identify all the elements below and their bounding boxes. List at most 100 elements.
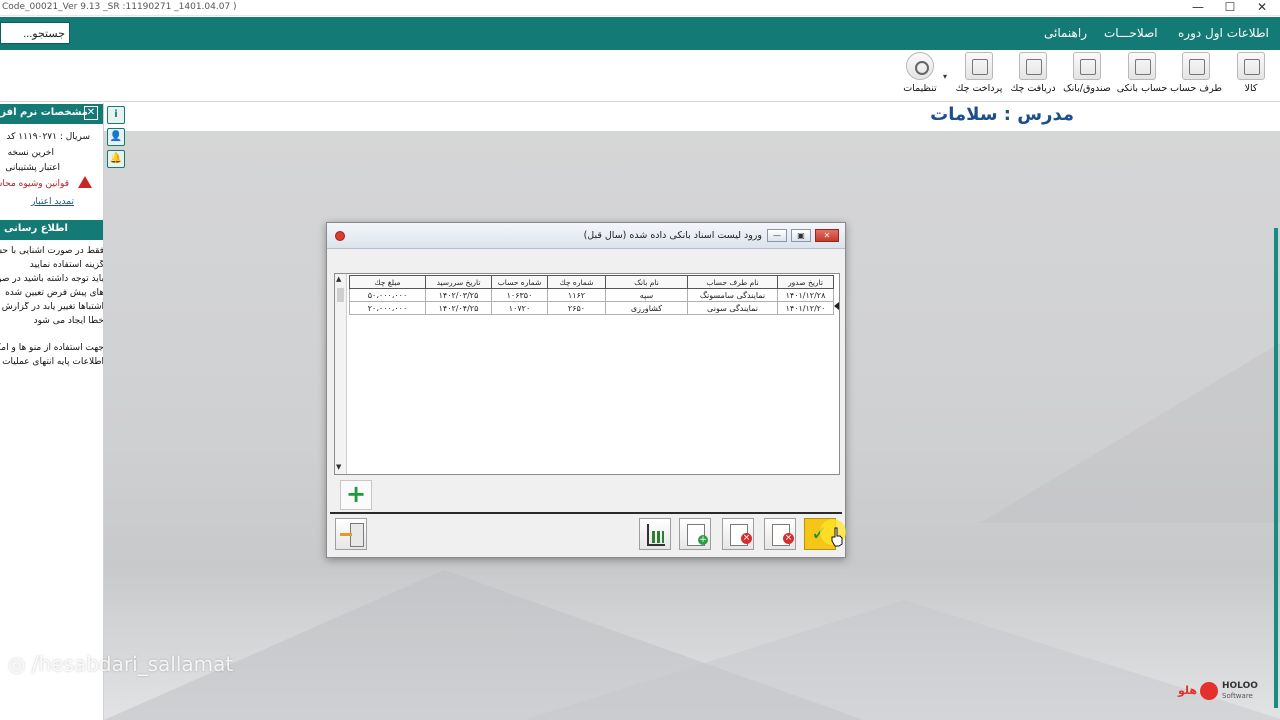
menu-initial-period[interactable]: اطلاعات اول دوره: [1178, 26, 1269, 40]
software-info-panel: مشخصات نرم افزار ✕ سریال : ۱۱۱۹۰۲۷۱ کد آ…: [0, 103, 104, 720]
menu-help[interactable]: راهنمائی: [1044, 26, 1087, 40]
user-icon[interactable]: 👤: [107, 128, 125, 146]
maximize-button[interactable]: ☐: [1214, 0, 1246, 16]
add-row-button[interactable]: +: [340, 480, 372, 510]
info-line: های پیش فرض تعیین شده: [5, 288, 104, 298]
hand-cursor-icon: [831, 527, 843, 547]
calculation-rules-link[interactable]: قوانین وشیوه محاسبه: [0, 179, 103, 189]
person-icon: [1182, 52, 1210, 80]
mountain-shape: [524, 600, 1280, 720]
toolbar-item-label: پرداخت چك: [955, 83, 1003, 94]
column-header[interactable]: تاریخ سررسید: [425, 275, 492, 289]
table-cell[interactable]: ۲۰،۰۰۰،۰۰۰: [349, 301, 426, 315]
holoo-logo: هلو HOLOO Software: [1178, 680, 1258, 702]
dialog-close-button[interactable]: ✕: [815, 229, 839, 242]
table-cell[interactable]: ۱۴۰۲/۰۳/۲۵: [425, 288, 492, 302]
table-cell[interactable]: کشاورزی: [605, 301, 688, 315]
toolbar: کالا طرف حساب حساب بانکی صندوق/بانک دریا…: [0, 50, 1280, 102]
table-cell[interactable]: ۵۰،۰۰۰،۰۰۰: [349, 288, 426, 302]
toolbar-item-goods[interactable]: کالا: [1222, 52, 1280, 100]
table-cell[interactable]: ۱۴۰۲/۰۴/۲۵: [425, 301, 492, 315]
column-header[interactable]: شماره چك: [547, 275, 606, 289]
page-title: مدرس : سلامات: [930, 104, 1074, 125]
check-pay-icon: [965, 52, 993, 80]
toolbar-item-pay-check[interactable]: پرداخت چك: [950, 52, 1008, 100]
column-header[interactable]: تاریخ صدور: [777, 275, 834, 289]
bank-icon: [1128, 52, 1156, 80]
app-icon: [335, 231, 345, 241]
serial-line: سریال : ۱۱۱۹۰۲۷۱ کد: [6, 132, 90, 142]
cash-box-icon: [1073, 52, 1101, 80]
brand-dot-icon: [1200, 682, 1218, 700]
table-row[interactable]: ۱۴۰۱/۱۲/۲۸ نمایندگی سامسونگ سپه ۱۱۶۲ ۱۰۶…: [349, 288, 834, 302]
toolbar-item-receive-check[interactable]: دریافت چك: [1004, 52, 1062, 100]
exit-button[interactable]: [335, 518, 367, 550]
scrollbar[interactable]: [1274, 228, 1278, 708]
support-credit-line: اعتبار پشتیبانی: [5, 163, 60, 173]
dialog-minimize-button[interactable]: —: [767, 229, 787, 242]
toolbar-item-label: طرف حساب: [1170, 83, 1222, 94]
info-line: فقط در صورت آشنایی با حسابداری: [0, 246, 104, 256]
toolbar-item-party[interactable]: طرف حساب: [1167, 52, 1225, 100]
window-title-bar: Code_00021_Ver 9.13 _SR :11190271 _1401.…: [0, 0, 1280, 16]
toolbar-item-label: صندوق/بانک: [1063, 83, 1111, 94]
table-cell[interactable]: ۱۴۰۱/۱۲/۲۸: [777, 288, 834, 302]
row-pointer-icon: [834, 302, 839, 310]
scrollbar[interactable]: ▲ ▼: [335, 274, 347, 474]
brand-persian: هلو: [1178, 684, 1198, 697]
check-receive-icon: [1019, 52, 1047, 80]
table-cell[interactable]: سپه: [605, 288, 688, 302]
minimize-button[interactable]: —: [1182, 0, 1214, 16]
toolbar-item-label: دریافت چك: [1010, 83, 1056, 94]
toolbar-item-settings[interactable]: تنظیمات: [891, 52, 949, 100]
table-cell[interactable]: ۱۰۷۲۰: [491, 301, 548, 315]
close-window-button[interactable]: ✕: [1246, 0, 1278, 16]
watermark-text: /hesabdari_sallamat: [31, 652, 234, 676]
delete-all-button[interactable]: [722, 518, 754, 550]
gear-icon: [906, 52, 934, 80]
table-cell[interactable]: نمایندگی سامسونگ: [687, 288, 778, 302]
documents-grid[interactable]: ▲ ▼ تاریخ صدور نام طرف حساب نام بانک شما…: [334, 273, 840, 475]
renew-credit-link[interactable]: تمدید اعتبار: [0, 197, 103, 207]
toolbar-item-bank-account[interactable]: حساب بانکی: [1113, 52, 1171, 100]
table-cell[interactable]: ۱۴۰۱/۱۲/۲۰: [777, 301, 834, 315]
toolbar-item-label: تنظیمات: [903, 83, 937, 94]
scrollbar-thumb[interactable]: [337, 288, 344, 302]
brand-sub: Software: [1222, 692, 1253, 700]
table-cell[interactable]: ۱۰۶۳۵۰: [491, 288, 548, 302]
latest-version-line: آخرین نسخه: [7, 148, 54, 158]
info-title: اطلاع رسانی: [0, 220, 103, 240]
info-icon[interactable]: i: [107, 106, 125, 124]
bell-icon[interactable]: 🔔: [107, 150, 125, 168]
delete-button[interactable]: [764, 518, 796, 550]
toolbar-item-cashbox[interactable]: صندوق/بانک: [1058, 52, 1116, 100]
watermark: ◎ /hesabdari_sallamat: [8, 652, 233, 676]
column-header[interactable]: مبلغ چك: [349, 275, 426, 289]
table-cell[interactable]: ۲۶۵۰: [547, 301, 606, 315]
column-header[interactable]: نام بانک: [605, 275, 688, 289]
instagram-icon: ◎: [8, 652, 26, 676]
table-cell[interactable]: نمایندگی سونی: [687, 301, 778, 315]
chevron-up-icon[interactable]: ▲: [336, 275, 341, 283]
column-header[interactable]: نام طرف حساب: [687, 275, 778, 289]
chart-button[interactable]: [639, 518, 671, 550]
add-person-button[interactable]: [679, 518, 711, 550]
search-input[interactable]: [0, 22, 70, 44]
dialog-maximize-button[interactable]: ▣: [791, 229, 811, 242]
table-cell[interactable]: ۱۱۶۲: [547, 288, 606, 302]
chevron-down-icon[interactable]: ▼: [336, 463, 341, 471]
column-header[interactable]: شماره حساب: [491, 275, 548, 289]
info-line: جهت استفاده از منو ها و امکانات: [0, 343, 104, 353]
table-row[interactable]: ۱۴۰۱/۱۲/۲۰ نمایندگی سونی کشاورزی ۲۶۵۰ ۱۰…: [349, 301, 834, 315]
menu-corrections[interactable]: اصلاحـــات: [1104, 26, 1158, 40]
table-header-row: تاریخ صدور نام طرف حساب نام بانک شماره چ…: [349, 275, 834, 289]
dialog-title-bar: ورود لیست اسناد بانکی داده شده (سال قبل)…: [327, 223, 845, 249]
dialog-footer: [330, 512, 842, 554]
info-title-text: اطلاع رسانی: [4, 223, 68, 234]
panel-title-text: مشخصات نرم افزار: [0, 107, 88, 118]
bank-documents-dialog: ورود لیست اسناد بانکی داده شده (سال قبل)…: [326, 222, 846, 558]
close-icon[interactable]: ✕: [84, 106, 98, 120]
toolbar-item-label: کالا: [1244, 83, 1258, 94]
toolbar-item-label: حساب بانکی: [1116, 83, 1168, 94]
info-line: باید توجه داشته باشید در صورت: [0, 274, 104, 284]
